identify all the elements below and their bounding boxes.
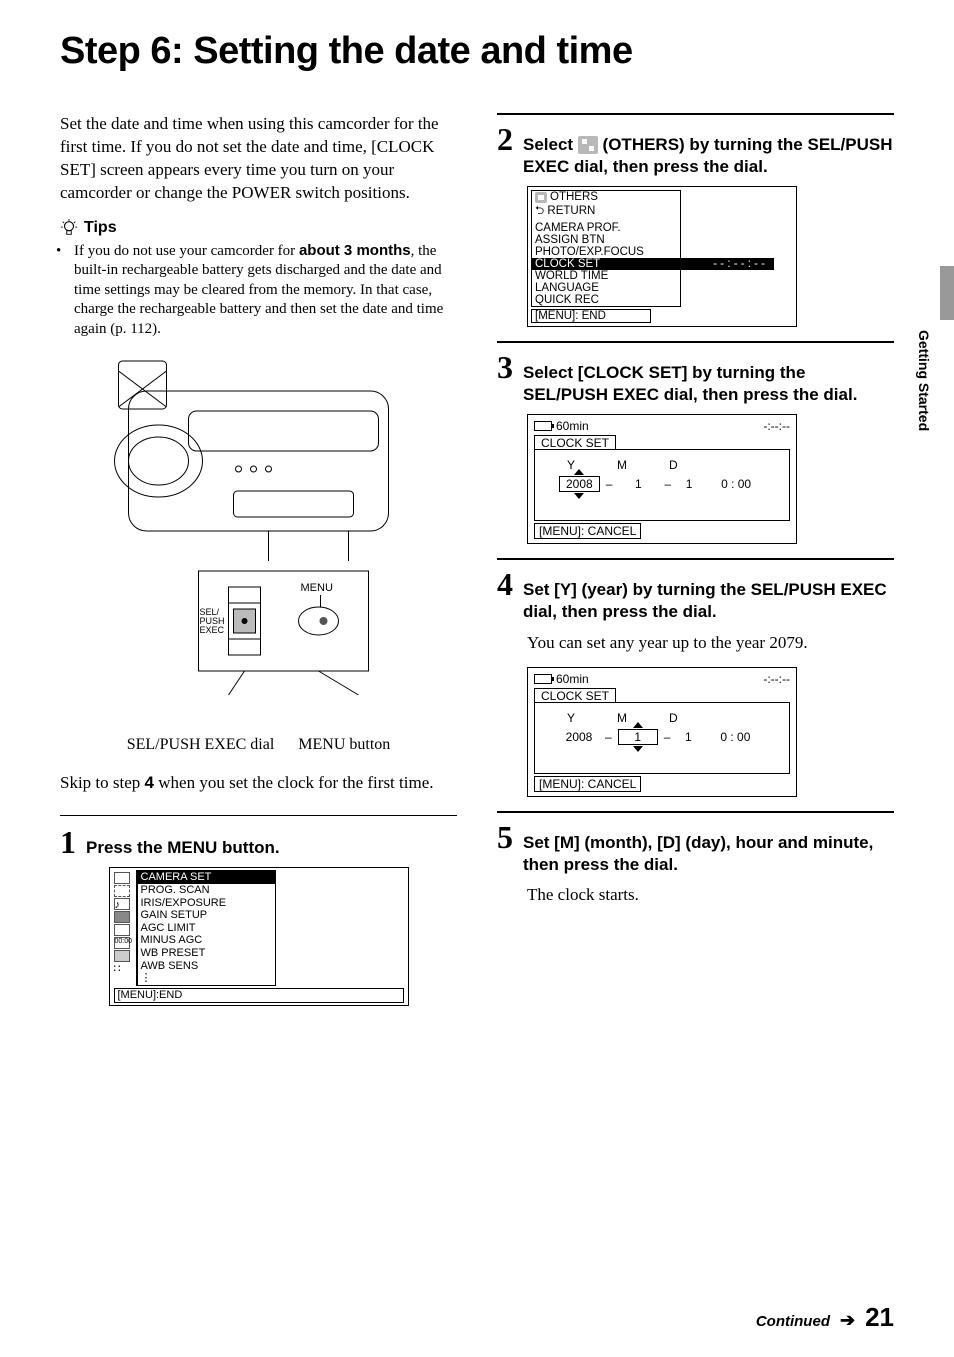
intro-paragraph: Set the date and time when using this ca… bbox=[60, 113, 457, 205]
section-tab: Getting Started bbox=[916, 330, 932, 431]
tips-text: •If you do not use your camcorder for ab… bbox=[60, 241, 457, 340]
skip-instruction: Skip to step 4 when you set the clock fo… bbox=[60, 772, 457, 795]
step-number: 4 bbox=[497, 568, 513, 600]
time-value: 0 : 00 bbox=[720, 730, 750, 744]
step-title: Set [Y] (year) by turning the SEL/PUSH E… bbox=[523, 579, 894, 623]
battery-text: 60min bbox=[556, 672, 589, 686]
menu-item: IRIS/EXPOSURE bbox=[141, 897, 272, 910]
page-title: Step 6: Setting the date and time bbox=[60, 30, 894, 73]
menu-footer: [MENU]: END bbox=[531, 309, 651, 323]
step-number: 5 bbox=[497, 821, 513, 853]
menu-item: WORLD TIME bbox=[535, 270, 677, 282]
month-value: 1 bbox=[618, 729, 658, 745]
step-4-header: 4 Set [Y] (year) by turning the SEL/PUSH… bbox=[497, 568, 894, 623]
tips-label: Tips bbox=[84, 219, 117, 237]
menu-label: MENU bbox=[301, 582, 333, 594]
menu-icon bbox=[114, 872, 130, 884]
menu-icon bbox=[114, 885, 130, 897]
timecode: -:--:-- bbox=[763, 672, 790, 686]
menu-icon: ∷ bbox=[114, 963, 130, 975]
year-value: 2008 bbox=[559, 476, 600, 492]
step-2-header: 2 Select (OTHERS) by turning the SEL/PUS… bbox=[497, 123, 894, 178]
continued-arrow-icon: ➔ bbox=[840, 1310, 855, 1331]
menu-icon bbox=[114, 924, 130, 936]
step-3-header: 3 Select [CLOCK SET] by turning the SEL/… bbox=[497, 351, 894, 406]
timecode: -:--:-- bbox=[763, 419, 790, 433]
step-title: Set [M] (month), [D] (day), hour and min… bbox=[523, 832, 894, 876]
step-number: 2 bbox=[497, 123, 513, 155]
caption-dial: SEL/PUSH EXEC dial bbox=[127, 736, 275, 754]
menu-icon: ♪ bbox=[114, 898, 130, 910]
lcd-clock-set-2: 60min -:--:-- CLOCK SET Y M D 2008 – 1 –… bbox=[527, 667, 797, 797]
lcd-clock-set: 60min -:--:-- CLOCK SET Y M D 2008 – 1 –… bbox=[527, 414, 797, 544]
clock-footer: [MENU]: CANCEL bbox=[534, 523, 641, 539]
menu-item: PHOTO/EXP.FOCUS bbox=[535, 246, 677, 258]
menu-header-row: OTHERS bbox=[535, 191, 677, 203]
menu-item: WB PRESET bbox=[141, 947, 272, 960]
menu-item: ⮌ RETURN bbox=[535, 203, 677, 222]
clock-title: CLOCK SET bbox=[534, 688, 616, 703]
battery-icon bbox=[534, 674, 552, 684]
caption-menu: MENU button bbox=[298, 736, 390, 754]
lightbulb-icon bbox=[60, 219, 78, 237]
camcorder-illustration: SEL/ PUSH EXEC MENU bbox=[60, 351, 457, 721]
tips-header: Tips bbox=[60, 219, 457, 237]
menu-item: PROG. SCAN bbox=[141, 884, 272, 897]
page-number: 21 bbox=[865, 1302, 894, 1333]
continued-label: Continued bbox=[756, 1313, 830, 1330]
menu-item: QUICK REC bbox=[535, 294, 677, 306]
step-title: Select (OTHERS) by turning the SEL/PUSH … bbox=[523, 134, 894, 178]
year-value: 2008 bbox=[559, 730, 599, 744]
menu-item: AWB SENS bbox=[141, 960, 272, 973]
step-5-body: The clock starts. bbox=[527, 884, 894, 907]
step-number: 3 bbox=[497, 351, 513, 383]
menu-item: ASSIGN BTN bbox=[535, 234, 677, 246]
menu-item: AGC LIMIT bbox=[141, 922, 272, 935]
clock-labels: Y M D bbox=[567, 711, 777, 725]
menu-item-highlighted: CLOCK SET - - : - - : - - bbox=[532, 258, 774, 270]
clock-title: CLOCK SET bbox=[534, 435, 616, 450]
svg-text:EXEC: EXEC bbox=[200, 625, 225, 635]
others-icon bbox=[535, 192, 547, 203]
menu-icon: 00:00 bbox=[114, 937, 130, 949]
section-marker bbox=[940, 266, 954, 320]
menu-list: CAMERA SET PROG. SCAN IRIS/EXPOSURE GAIN… bbox=[136, 870, 276, 986]
others-icon bbox=[578, 136, 598, 154]
step-number: 1 bbox=[60, 826, 76, 858]
menu-item: LANGUAGE bbox=[535, 282, 677, 294]
time-value: 0 : 00 bbox=[721, 477, 751, 491]
day-value: 1 bbox=[677, 477, 701, 491]
step-1-header: 1 Press the MENU button. bbox=[60, 826, 457, 859]
menu-footer: [MENU]:END bbox=[114, 988, 404, 1003]
step-title: Press the MENU button. bbox=[86, 837, 280, 859]
clock-labels: Y M D bbox=[567, 458, 777, 472]
battery-text: 60min bbox=[556, 419, 589, 433]
menu-icon bbox=[114, 950, 130, 962]
clock-footer: [MENU]: CANCEL bbox=[534, 776, 641, 792]
battery-icon bbox=[534, 421, 552, 431]
step-title: Select [CLOCK SET] by turning the SEL/PU… bbox=[523, 362, 894, 406]
menu-icon bbox=[114, 911, 130, 923]
day-value: 1 bbox=[676, 730, 700, 744]
menu-header-row: CAMERA SET bbox=[138, 871, 275, 884]
menu-item: MINUS AGC bbox=[141, 934, 272, 947]
lcd-camera-set-menu: ♪ 00:00 ∷ CAMERA SET PROG. SCAN IRIS/EXP… bbox=[109, 867, 409, 1005]
menu-item: GAIN SETUP bbox=[141, 909, 272, 922]
month-value: 1 bbox=[618, 477, 658, 491]
step-5-header: 5 Set [M] (month), [D] (day), hour and m… bbox=[497, 821, 894, 876]
step-4-body: You can set any year up to the year 2079… bbox=[527, 632, 894, 655]
menu-item: CAMERA PROF. bbox=[535, 222, 677, 234]
lcd-others-menu: OTHERS ⮌ RETURN CAMERA PROF. ASSIGN BTN … bbox=[527, 186, 797, 327]
